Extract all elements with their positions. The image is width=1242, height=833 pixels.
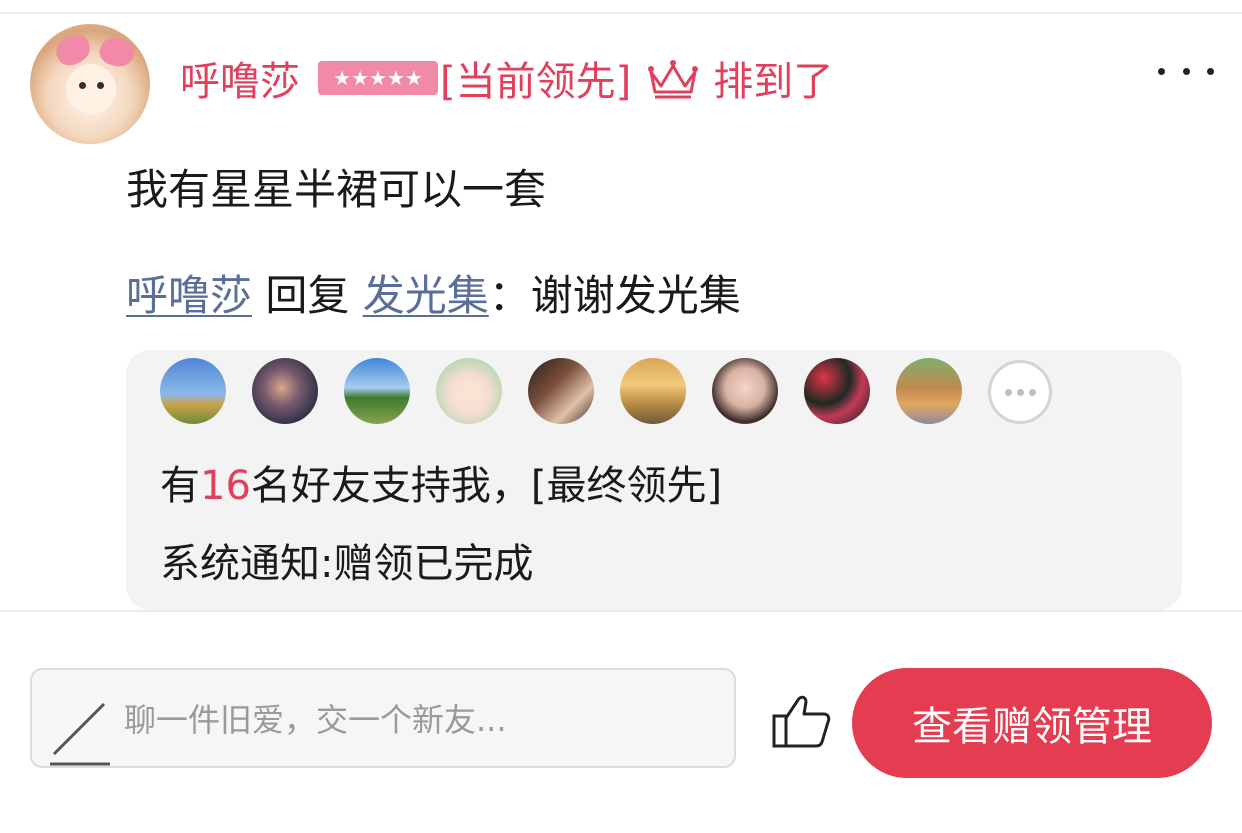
avatar-face: [66, 64, 116, 114]
lead-tag: [当前领先]: [440, 59, 632, 105]
rank-stars-badge: ★★★★★: [318, 61, 438, 95]
more-options-icon[interactable]: [1158, 68, 1214, 78]
friend-avatar-5[interactable]: [528, 358, 594, 424]
avatar-eye-left: [79, 82, 86, 89]
avatar-bow-right: [96, 33, 138, 71]
footer-divider: [0, 610, 1242, 612]
thumbs-up-icon[interactable]: [770, 690, 832, 752]
support-panel: 有16名好友支持我，[最终领先] 系统通知:赠领已完成: [126, 350, 1182, 610]
friend-avatar-2[interactable]: [252, 358, 318, 424]
supporters-text: 有16名好友支持我，[最终领先]: [160, 458, 722, 514]
username[interactable]: 呼噜莎: [180, 49, 300, 107]
reply-separator: ：: [488, 271, 531, 320]
supporters-suffix: 名好友支持我，[最终领先]: [250, 463, 723, 509]
supporters-count: 16: [200, 463, 251, 509]
reply-text: 谢谢发光集: [530, 271, 741, 320]
comment-text: 我有星星半裙可以一套: [126, 165, 547, 214]
reply-to-user-link[interactable]: 发光集: [363, 271, 489, 320]
won-status-text: 排到了: [713, 59, 834, 105]
friend-avatar-1[interactable]: [160, 358, 226, 424]
avatar-eye-right: [97, 82, 104, 89]
pencil-icon: [50, 702, 110, 766]
friend-avatar-6[interactable]: [620, 358, 686, 424]
post-header: 呼噜莎 ★★★★★ [当前领先] 排到了: [180, 50, 833, 106]
reply-from-user-link[interactable]: 呼噜莎: [126, 271, 252, 320]
user-avatar[interactable]: [30, 24, 150, 144]
friend-avatar-4[interactable]: [436, 358, 502, 424]
top-divider: [0, 12, 1242, 14]
view-gift-management-button[interactable]: 查看赠领管理: [852, 668, 1212, 778]
system-notice: 系统通知:赠领已完成: [160, 541, 534, 587]
friend-avatar-3[interactable]: [344, 358, 410, 424]
comment-input[interactable]: 聊一件旧爱，交一个新友...: [30, 668, 736, 768]
supporters-prefix: 有: [160, 463, 200, 509]
more-friends-icon[interactable]: [988, 360, 1052, 424]
friend-avatar-9[interactable]: [896, 358, 962, 424]
reply-verb: 回复: [265, 271, 350, 320]
friend-avatar-7[interactable]: [712, 358, 778, 424]
friend-avatar-8[interactable]: [804, 358, 870, 424]
crown-icon: [648, 60, 699, 99]
comment-input-placeholder: 聊一件旧爱，交一个新友...: [124, 701, 507, 739]
reply-line: 呼噜莎 回复 发光集：谢谢发光集: [126, 266, 741, 326]
